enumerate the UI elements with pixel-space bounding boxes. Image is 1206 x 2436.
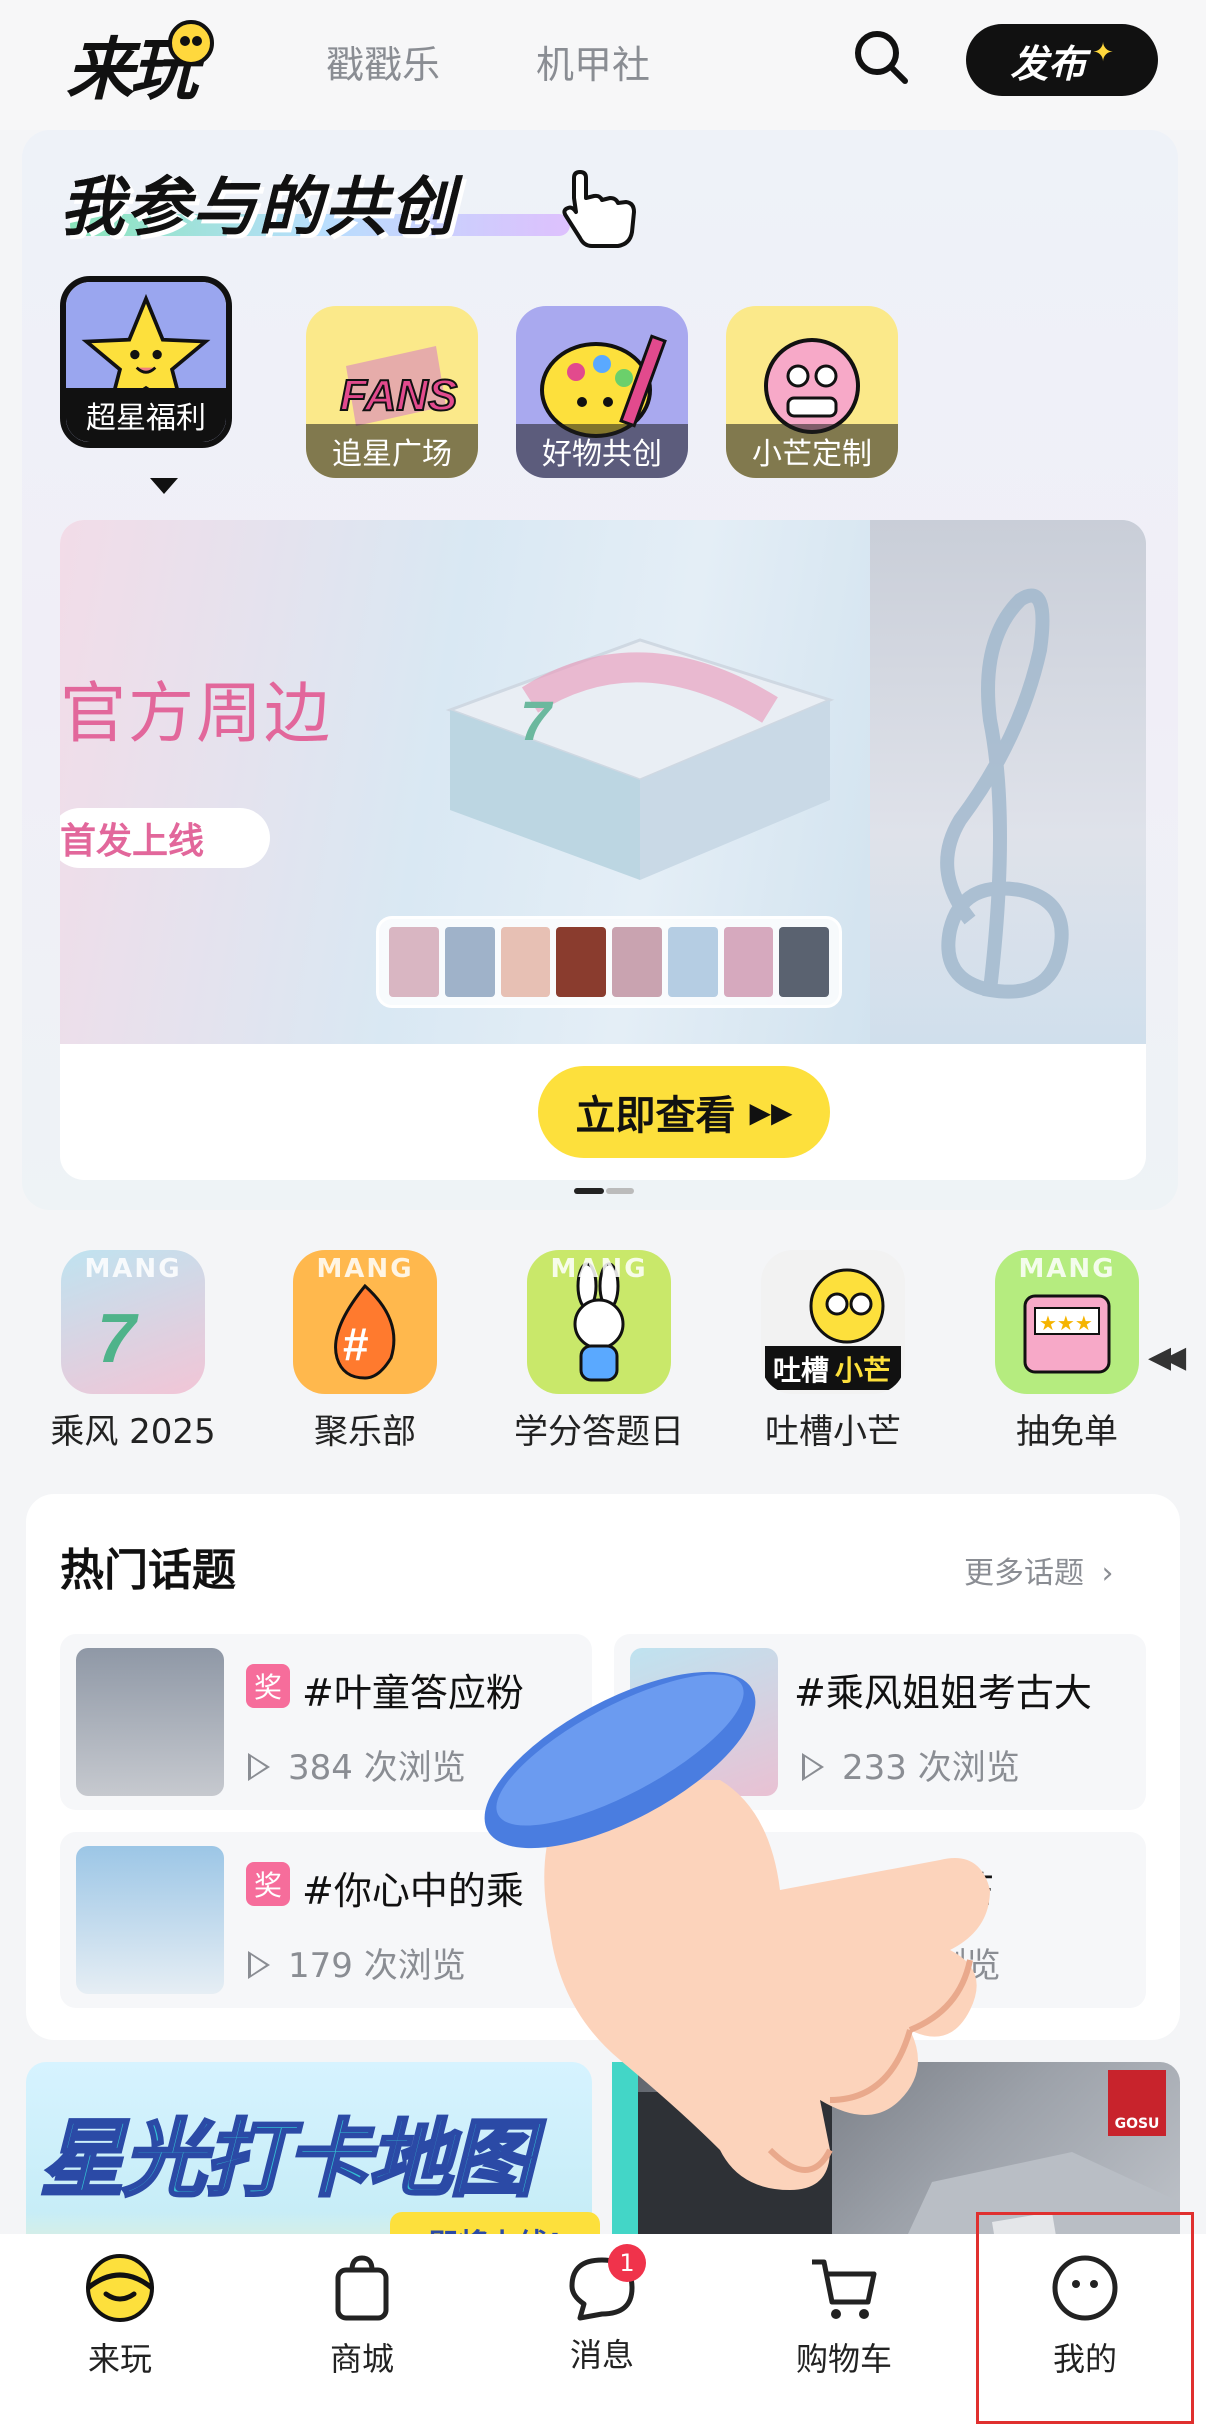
active-pointer	[150, 478, 178, 494]
shortcut-choumiandan[interactable]: MANG ★★★ 抽免单	[982, 1250, 1152, 1453]
tab-label: 购物车	[795, 2340, 892, 2378]
tab-laiwan[interactable]: 来玩	[20, 2252, 220, 2380]
slot-machine-icon: MANG ★★★	[995, 1250, 1139, 1394]
shortcut-label: 乘风 2025	[50, 1412, 216, 1452]
svg-text:7: 7	[520, 689, 554, 752]
hot-topics-title: 热门话题	[60, 1545, 236, 1596]
tab-jijiashe[interactable]: 机甲社	[536, 34, 650, 89]
search-icon[interactable]	[852, 28, 910, 86]
sparkle-icon: ✦	[1092, 38, 1114, 68]
category-label: 好物共创	[516, 424, 688, 478]
category-chaoxing-fuli[interactable]: 超星福利	[60, 276, 232, 448]
logo-face-icon	[168, 20, 214, 66]
scroll-more-icon[interactable]: ◀◀	[1148, 1340, 1186, 1375]
award-tag: 奖	[246, 1862, 290, 1906]
topic-views: 384 次浏览	[248, 1740, 466, 1789]
chengfeng-icon: MANG 7	[61, 1250, 205, 1394]
category-haowu-gongchuang[interactable]: 好物共创	[516, 306, 688, 478]
xiaomang-laptop-icon: 吐槽 小芒	[761, 1250, 905, 1394]
banner-headline: 官方周边	[60, 675, 332, 752]
play-icon	[248, 1951, 270, 1979]
view-now-label: 立即查看	[575, 1093, 736, 1139]
tab-label: 来玩	[87, 2340, 152, 2378]
bunny-icon: MANG	[527, 1250, 671, 1394]
svg-text:小芒: 小芒	[835, 1355, 891, 1386]
bag-icon	[335, 2255, 389, 2321]
laiwan-face-icon	[86, 2254, 154, 2322]
svg-text:吐槽: 吐槽	[773, 1355, 829, 1386]
category-label: 超星福利	[66, 388, 226, 442]
treble-clef-icon	[940, 588, 1069, 999]
carousel-dots	[574, 1188, 634, 1194]
svg-text:#: #	[343, 1318, 369, 1370]
unread-badge: 1	[608, 2244, 646, 2282]
tap-highlight-box	[976, 2212, 1194, 2424]
topic-thumbnail	[76, 1648, 224, 1796]
shortcut-label: 聚乐部	[314, 1412, 416, 1452]
view-now-button[interactable]: 立即查看 ▶▶	[538, 1066, 830, 1158]
cart-icon	[812, 2259, 877, 2319]
publish-button[interactable]: 发布 ✦	[966, 24, 1158, 96]
banner-card[interactable]: 官方周边 首发上线 7 立即查看 ▶▶	[60, 520, 1146, 1180]
publish-label: 发布	[1010, 41, 1087, 86]
tab-label: 商城	[329, 2340, 394, 2378]
award-tag: 奖	[246, 1664, 290, 1708]
starlight-map-title: 星光打卡地图	[38, 2109, 535, 2210]
tab-shangcheng[interactable]: 商城	[262, 2252, 462, 2380]
gosu-logo: GOSU	[1108, 2070, 1166, 2136]
artist-photo-strip	[376, 916, 842, 1008]
tab-chuochuole[interactable]: 戳戳乐	[326, 34, 440, 89]
cocreate-title: 我参与的共创	[60, 171, 456, 245]
category-zhuixing-guangchang[interactable]: FANS 追星广场	[306, 306, 478, 478]
hashtag-fire-icon: MANG #	[293, 1250, 437, 1394]
shortcut-xuefen-dati[interactable]: MANG 学分答题日	[514, 1250, 684, 1453]
shortcut-label: 学分答题日	[514, 1412, 684, 1452]
svg-text:7: 7	[97, 1299, 139, 1377]
shortcut-label: 吐槽小芒	[765, 1412, 901, 1452]
double-play-icon: ▶▶	[749, 1095, 793, 1129]
tab-xiaoxi[interactable]: 1 消息	[502, 2244, 702, 2376]
shortcut-chengfeng[interactable]: MANG 7 乘风 2025	[48, 1250, 218, 1453]
shortcut-label: 抽免单	[1016, 1412, 1118, 1452]
banner-next-slide	[870, 520, 1146, 1044]
tab-gouwuche[interactable]: 购物车	[744, 2252, 944, 2380]
topic-views: 179 次浏览	[248, 1938, 466, 1987]
play-icon	[248, 1753, 270, 1781]
svg-text:★★★: ★★★	[1039, 1311, 1093, 1335]
chevron-right-icon: ›	[1101, 1556, 1114, 1591]
gift-box-image: 7	[445, 638, 835, 880]
svg-text:FANS: FANS	[340, 371, 457, 420]
shortcut-julebu[interactable]: MANG # 聚乐部	[280, 1250, 450, 1453]
category-label: 小芒定制	[726, 424, 898, 478]
tab-label: 消息	[569, 2336, 634, 2374]
banner-subline: 首发上线	[60, 808, 270, 868]
category-xiaomang-dingzhi[interactable]: 小芒定制	[726, 306, 898, 478]
pointer-hand-icon	[562, 170, 636, 248]
topic-thumbnail	[76, 1846, 224, 1994]
more-topics-link[interactable]: 更多话题 ›	[964, 1548, 1114, 1592]
category-label: 追星广场	[306, 424, 478, 478]
shortcut-tucao-xiaomang[interactable]: 吐槽 小芒 吐槽小芒	[748, 1250, 918, 1453]
pointing-hand-overlay	[484, 1671, 990, 2190]
